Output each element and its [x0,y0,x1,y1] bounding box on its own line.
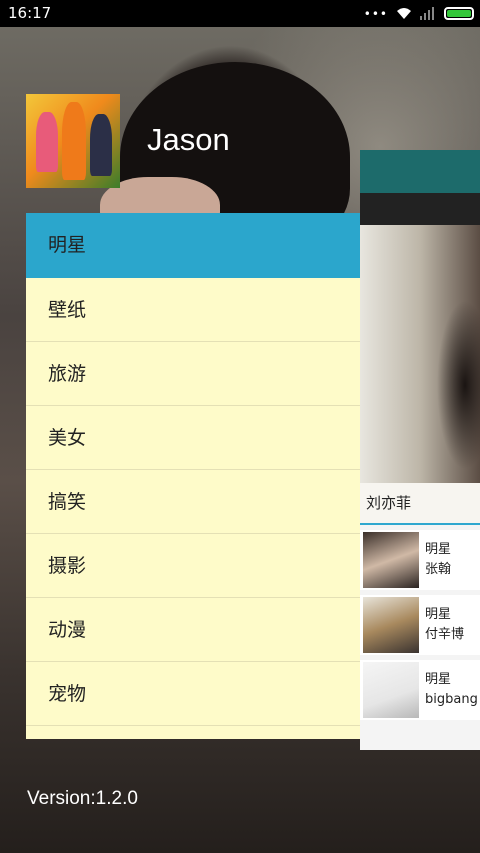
item-category: 明星 [425,542,452,557]
menu-item-funny[interactable]: 搞笑 [26,470,360,534]
featured-banner-image[interactable] [360,225,480,483]
item-thumbnail [363,662,419,718]
item-thumbnail [363,597,419,653]
list-item[interactable]: 明星 付辛博 [360,595,480,655]
banner-caption: 刘亦菲 [360,483,480,525]
signal-icon [420,7,434,20]
list-item[interactable]: 明星 张翰 [360,530,480,590]
menu-item-travel[interactable]: 旅游 [26,342,360,406]
navigation-drawer: Jason 明星 壁纸 旅游 美女 搞笑 摄影 动漫 宠物 [26,94,360,746]
battery-icon [444,7,474,20]
main-tab-strip [360,193,480,225]
menu-item-photography[interactable]: 摄影 [26,534,360,598]
menu-item-stars[interactable]: 明星 [26,213,360,278]
menu-item-beauty[interactable]: 美女 [26,406,360,470]
item-name: 付辛博 [425,627,465,642]
wifi-icon [397,8,411,19]
item-category: 明星 [425,607,452,622]
main-content: 刘亦菲 明星 张翰 明星 付辛博 明星 bigbang [360,150,480,750]
version-label: Version:1.2.0 [27,788,138,809]
menu-item-wallpaper[interactable]: 壁纸 [26,278,360,342]
item-name: bigbang [425,692,478,707]
avatar[interactable] [26,94,120,188]
menu-footer-pad [26,726,360,739]
item-name: 张翰 [425,562,452,577]
drawer-menu: 明星 壁纸 旅游 美女 搞笑 摄影 动漫 宠物 [26,213,360,739]
username: Jason [147,122,230,157]
status-bar: 16:17 ••• [0,0,480,27]
status-time: 16:17 [8,4,52,22]
status-icons: ••• [364,3,474,24]
menu-item-pets[interactable]: 宠物 [26,662,360,726]
list-item[interactable]: 明星 bigbang [360,660,480,720]
more-dots-icon: ••• [363,6,388,21]
item-category: 明星 [425,672,452,687]
menu-item-anime[interactable]: 动漫 [26,598,360,662]
main-toolbar [360,150,480,193]
item-thumbnail [363,532,419,588]
